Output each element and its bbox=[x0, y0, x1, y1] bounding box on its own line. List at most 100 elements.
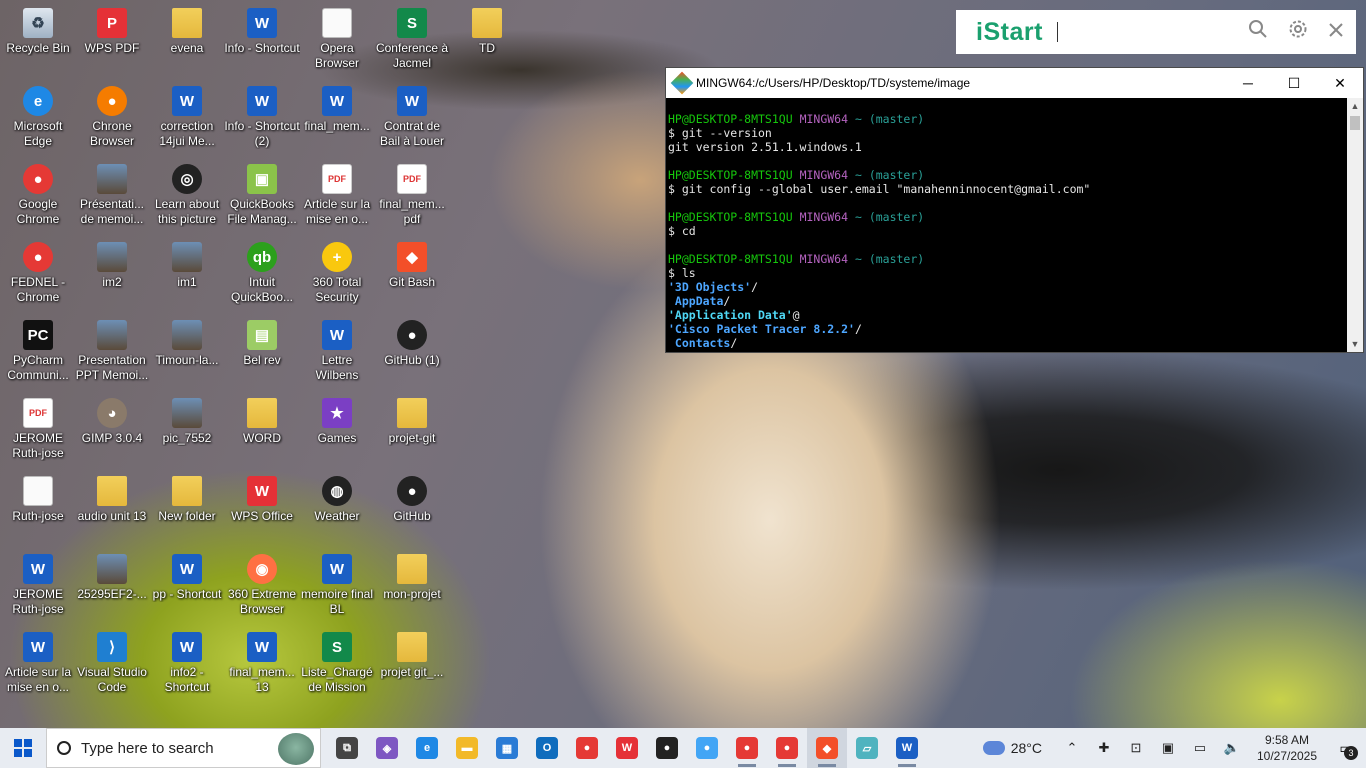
desktop-icon[interactable]: e Microsoft Edge bbox=[0, 82, 76, 158]
desktop-icon[interactable]: Présentati... de memoi... bbox=[74, 160, 150, 236]
desktop-icon[interactable]: Presentation PPT Memoi... bbox=[74, 316, 150, 392]
desktop-icon[interactable]: ● Google Chrome bbox=[0, 160, 76, 236]
desktop-icon[interactable]: W Info - Shortcut bbox=[224, 4, 300, 80]
desktop-icon[interactable]: ● GitHub (1) bbox=[374, 316, 450, 392]
desktop-icon[interactable]: PDF JEROME Ruth-jose bbox=[0, 394, 76, 470]
desktop-icon[interactable]: ⟩ Visual Studio Code bbox=[74, 628, 150, 704]
desktop-icon[interactable]: Ruth-jose bbox=[0, 472, 76, 548]
desktop-icon[interactable]: P WPS PDF bbox=[74, 4, 150, 80]
istart-search-bar[interactable]: iStart bbox=[956, 10, 1356, 54]
desktop-icon[interactable]: ◕ GIMP 3.0.4 bbox=[74, 394, 150, 470]
desktop-icon[interactable]: ★ Games bbox=[299, 394, 375, 470]
desktop-icon[interactable]: TD bbox=[449, 4, 525, 80]
taskbar-app-button[interactable]: W bbox=[887, 728, 927, 768]
taskbar-app-button[interactable]: ● bbox=[687, 728, 727, 768]
volume-icon[interactable]: 🔈 bbox=[1216, 728, 1248, 768]
weather-widget[interactable]: 28°C bbox=[982, 740, 1042, 756]
desktop-icon[interactable]: ▤ Bel rev bbox=[224, 316, 300, 392]
desktop-icon[interactable]: audio unit 13 bbox=[74, 472, 150, 548]
desktop-icon[interactable]: im2 bbox=[74, 238, 150, 314]
desktop-icon[interactable]: mon-projet bbox=[374, 550, 450, 626]
vscode-icon: ⟩ bbox=[97, 632, 127, 662]
desktop-icon[interactable]: W Article sur la mise en o... bbox=[0, 628, 76, 704]
notification-center-button[interactable]: ▭ 3 bbox=[1326, 728, 1366, 768]
desktop-icon[interactable]: projet git_... bbox=[374, 628, 450, 704]
taskbar-search-box[interactable]: Type here to search bbox=[46, 728, 321, 768]
search-highlight-icon[interactable] bbox=[278, 733, 314, 765]
taskbar-app-button[interactable]: ▬ bbox=[447, 728, 487, 768]
window-titlebar[interactable]: MINGW64:/c/Users/HP/Desktop/TD/systeme/i… bbox=[666, 68, 1363, 98]
scroll-thumb[interactable] bbox=[1350, 116, 1360, 130]
file-explorer-icon: ▬ bbox=[456, 737, 478, 759]
taskbar-app-button[interactable]: ● bbox=[727, 728, 767, 768]
desktop-icon[interactable]: pic_7552 bbox=[149, 394, 225, 470]
desktop-icon[interactable]: Wfinal_mem... bbox=[299, 82, 375, 158]
git-bash-window[interactable]: MINGW64:/c/Users/HP/Desktop/TD/systeme/i… bbox=[665, 67, 1364, 353]
desktop-icon[interactable]: Opera Browser bbox=[299, 4, 375, 80]
desktop-icon[interactable]: ◎ Learn about this picture bbox=[149, 160, 225, 236]
desktop-icon[interactable]: Winfo2 - Shortcut bbox=[149, 628, 225, 704]
display-tray-icon[interactable]: ▣ bbox=[1152, 728, 1184, 768]
taskbar-app-button[interactable]: W bbox=[607, 728, 647, 768]
scroll-up-arrow[interactable]: ▲ bbox=[1347, 98, 1363, 114]
desktop-icon[interactable]: Timoun-la... bbox=[149, 316, 225, 392]
desktop-icon[interactable]: W JEROME Ruth-jose bbox=[0, 550, 76, 626]
search-icon[interactable] bbox=[1248, 19, 1268, 45]
scrollbar[interactable]: ▲ ▼ bbox=[1347, 98, 1363, 352]
desktop-icon[interactable]: Wpp - Shortcut bbox=[149, 550, 225, 626]
desktop-icon[interactable]: W WPS Office bbox=[224, 472, 300, 548]
desktop-icon-label: GIMP 3.0.4 bbox=[81, 431, 143, 445]
taskbar-app-button[interactable]: ● bbox=[767, 728, 807, 768]
desktop-icon[interactable]: ◍ Weather bbox=[299, 472, 375, 548]
desktop-icon[interactable]: PC PyCharm Communi... bbox=[0, 316, 76, 392]
taskbar-app-button[interactable]: ⧉ bbox=[327, 728, 367, 768]
desktop-icon[interactable]: ♻ Recycle Bin bbox=[0, 4, 76, 80]
desktop-icon[interactable]: +360 Total Security bbox=[299, 238, 375, 314]
360-tray-icon[interactable]: ✚ bbox=[1088, 728, 1120, 768]
maximize-button[interactable]: ☐ bbox=[1271, 68, 1317, 98]
taskbar-app-button[interactable]: ● bbox=[567, 728, 607, 768]
desktop-icon[interactable]: W Info - Shortcut (2) bbox=[224, 82, 300, 158]
desktop-icon[interactable]: PDF Article sur la mise en o... bbox=[299, 160, 375, 236]
desktop-icon[interactable]: 25295EF2-... bbox=[74, 550, 150, 626]
close-icon[interactable] bbox=[1328, 21, 1344, 44]
desktop-icon[interactable]: evena bbox=[149, 4, 225, 80]
desktop-icon[interactable]: qb Intuit QuickBoo... bbox=[224, 238, 300, 314]
desktop-icon[interactable]: Wfinal_mem... 13 bbox=[224, 628, 300, 704]
desktop-icon[interactable]: Wmemoire final BL bbox=[299, 550, 375, 626]
terminal-text: / bbox=[730, 336, 738, 350]
desktop-icon[interactable]: S Conference à Jacmel bbox=[374, 4, 450, 80]
taskbar-app-button[interactable]: e bbox=[407, 728, 447, 768]
desktop-icon[interactable]: W Contrat de Bail à Louer bbox=[374, 82, 450, 158]
taskbar-app-button[interactable]: ▦ bbox=[487, 728, 527, 768]
taskbar-app-button[interactable]: O bbox=[527, 728, 567, 768]
camera-tray-icon[interactable]: ⊡ bbox=[1120, 728, 1152, 768]
desktop-icon[interactable]: Wcorrection 14jui Me... bbox=[149, 82, 225, 158]
terminal-output[interactable]: HP@DESKTOP-8MTS1QU MINGW64 ~ (master) $ g… bbox=[666, 98, 1347, 352]
desktop-icon[interactable]: S Liste_Chargé de Mission bbox=[299, 628, 375, 704]
clock[interactable]: 9:58 AM 10/27/2025 bbox=[1248, 732, 1326, 764]
desktop-icon[interactable]: ● FEDNEL - Chrome bbox=[0, 238, 76, 314]
desktop-icon[interactable]: WORD bbox=[224, 394, 300, 470]
desktop-icon[interactable]: projet-git bbox=[374, 394, 450, 470]
scroll-down-arrow[interactable]: ▼ bbox=[1347, 336, 1363, 352]
desktop-icon[interactable]: W Lettre Wilbens bbox=[299, 316, 375, 392]
desktop-icon[interactable]: ◉ 360 Extreme Browser bbox=[224, 550, 300, 626]
battery-icon[interactable]: ▭ bbox=[1184, 728, 1216, 768]
desktop-icon[interactable]: New folder bbox=[149, 472, 225, 548]
close-button[interactable]: ✕ bbox=[1317, 68, 1363, 98]
taskbar-app-button[interactable]: ◆ bbox=[807, 728, 847, 768]
minimize-button[interactable]: ─ bbox=[1225, 68, 1271, 98]
taskbar-app-button[interactable]: ▱ bbox=[847, 728, 887, 768]
taskbar-app-button[interactable]: ◈ bbox=[367, 728, 407, 768]
desktop-icon[interactable]: ◆ Git Bash bbox=[374, 238, 450, 314]
desktop-icon[interactable]: ● GitHub bbox=[374, 472, 450, 548]
chevron-up-icon[interactable]: ⌃ bbox=[1056, 728, 1088, 768]
gear-icon[interactable] bbox=[1288, 19, 1308, 45]
desktop-icon[interactable]: PDF final_mem... pdf bbox=[374, 160, 450, 236]
desktop-icon[interactable]: im1 bbox=[149, 238, 225, 314]
desktop-icon[interactable]: ▣ QuickBooks File Manag... bbox=[224, 160, 300, 236]
start-button[interactable] bbox=[0, 728, 46, 768]
desktop-icon[interactable]: ● Chrone Browser bbox=[74, 82, 150, 158]
taskbar-app-button[interactable]: ● bbox=[647, 728, 687, 768]
